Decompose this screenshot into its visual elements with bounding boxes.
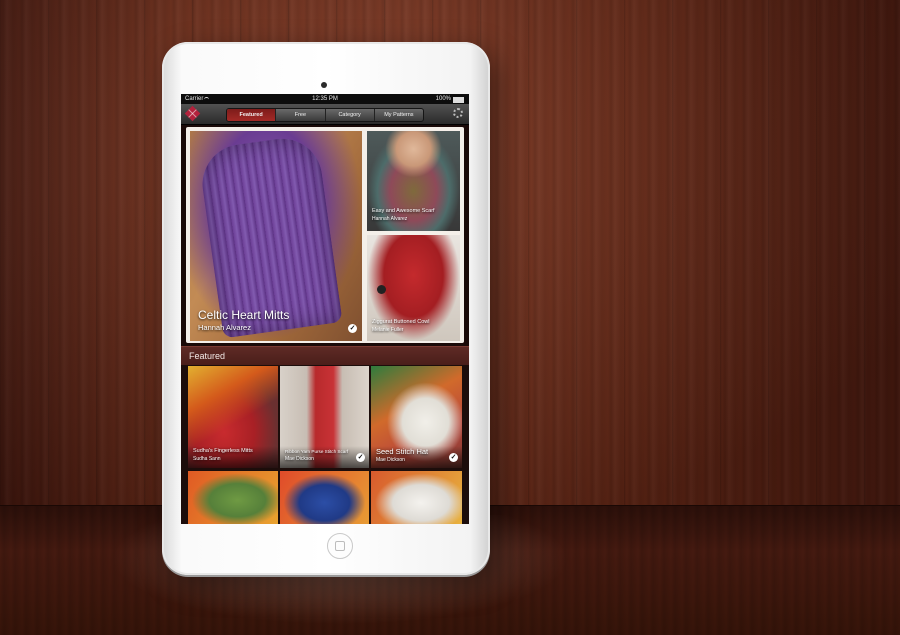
featured-tile-4[interactable] — [188, 471, 278, 524]
check-icon: ✓ — [356, 453, 365, 462]
status-time: 12:35 PM — [312, 96, 338, 102]
tab-free[interactable]: Free — [276, 109, 326, 121]
hero-frame: Celtic Heart Mitts Hannah Alvarez ✓ Easy… — [186, 127, 464, 343]
check-icon: ✓ — [348, 324, 357, 333]
featured-item-1-author: Sudha Sann — [193, 456, 221, 462]
featured-tile-3[interactable]: Seed Stitch Hat Mae Dickson ✓ — [371, 366, 462, 468]
tab-my-patterns[interactable]: My Patterns — [375, 109, 423, 121]
hero-side-bottom-author: Melanie Fuller — [372, 327, 404, 333]
featured-item-3-title: Seed Stitch Hat — [376, 447, 429, 456]
camera-icon — [321, 82, 327, 88]
featured-heading: Featured — [189, 351, 226, 361]
featured-item-3-author: Mae Dickson — [376, 457, 405, 463]
ipad-device: Carrier 12:35 PM 100% Featured Free Cate… — [162, 42, 490, 575]
hero-main-title: Celtic Heart Mitts — [198, 308, 290, 322]
nav-bar: Featured Free Category My Patterns — [181, 104, 469, 125]
hero-side-top-tile[interactable]: Easy and Awesome Scarf Hannah Alvarez — [367, 131, 460, 231]
featured-item-1-title: Sudha's Fingerless Mitts — [193, 448, 253, 454]
hero-main-author: Hannah Alvarez — [198, 323, 251, 332]
tab-featured[interactable]: Featured — [227, 109, 277, 121]
tab-segmented-control: Featured Free Category My Patterns — [226, 108, 424, 122]
cowl-button — [377, 285, 386, 294]
hero-main-tile[interactable]: Celtic Heart Mitts Hannah Alvarez ✓ — [190, 131, 362, 341]
hero-side-bottom-tile[interactable]: Ziggurat Buttoned Cowl Melanie Fuller — [367, 235, 460, 341]
app-screen: Carrier 12:35 PM 100% Featured Free Cate… — [181, 94, 469, 524]
gear-icon[interactable] — [453, 108, 463, 118]
featured-tile-2[interactable]: Ribbon Yarn Purse Stitch Scarf Mae Dicks… — [280, 366, 369, 468]
hero-side-top-author: Hannah Alvarez — [372, 216, 408, 222]
tab-category[interactable]: Category — [326, 109, 375, 121]
featured-section-header: Featured — [181, 346, 469, 365]
hero-section: Celtic Heart Mitts Hannah Alvarez ✓ Easy… — [181, 125, 469, 357]
home-square-icon — [335, 541, 345, 551]
featured-tile-1[interactable]: Sudha's Fingerless Mitts Sudha Sann — [188, 366, 278, 468]
check-icon: ✓ — [449, 453, 458, 462]
status-bar: Carrier 12:35 PM 100% — [181, 94, 469, 104]
logo-icon[interactable] — [184, 105, 201, 122]
featured-item-2-title: Ribbon Yarn Purse Stitch Scarf — [285, 449, 349, 454]
hero-side-bottom-title: Ziggurat Buttoned Cowl — [372, 319, 430, 325]
featured-tile-5[interactable] — [280, 471, 369, 524]
home-button[interactable] — [327, 533, 353, 559]
featured-tile-6[interactable] — [371, 471, 462, 524]
featured-item-2-author: Mae Dickson — [285, 456, 314, 462]
hero-side-top-title: Easy and Awesome Scarf — [372, 208, 435, 214]
battery-icon — [453, 97, 464, 103]
